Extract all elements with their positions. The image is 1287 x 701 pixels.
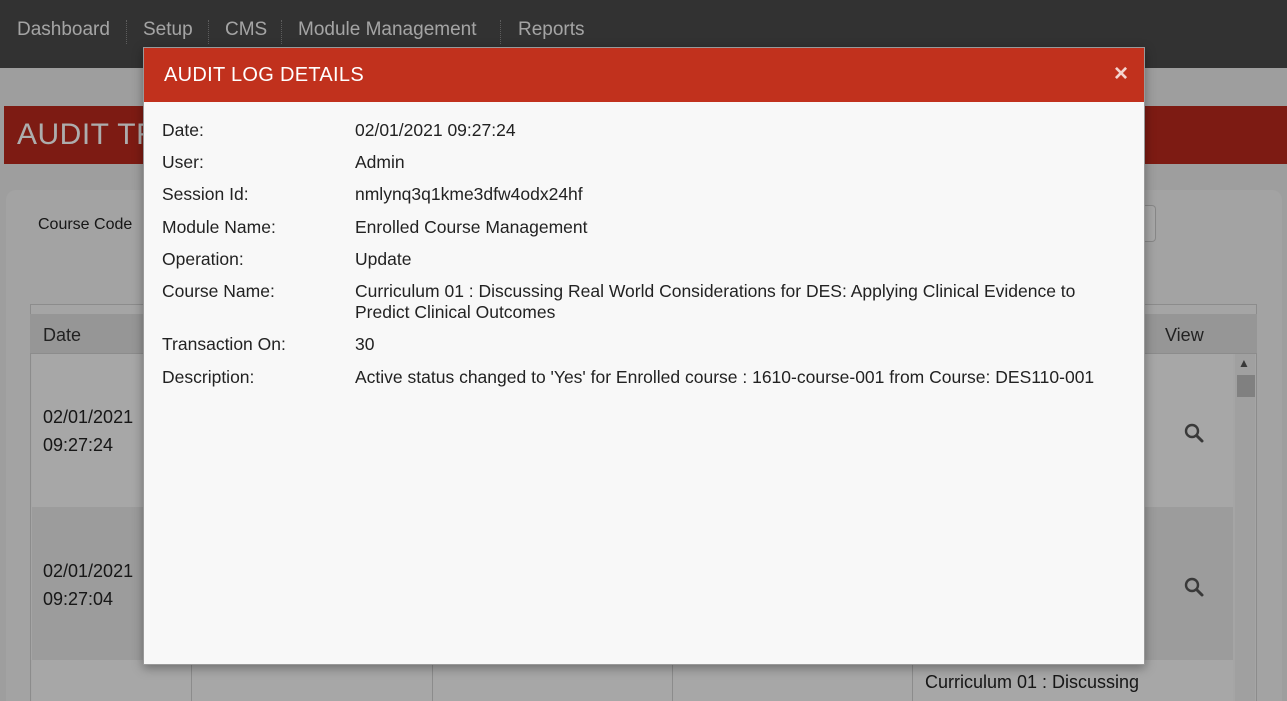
field-value-user: Admin	[355, 152, 405, 172]
field-label-module-name: Module Name:	[162, 217, 276, 237]
field-value-description: Active status changed to 'Yes' for Enrol…	[355, 367, 1095, 387]
field-value-session-id: nmlynq3q1kme3dfw4odx24hf	[355, 184, 583, 204]
field-label-transaction-on: Transaction On:	[162, 334, 286, 354]
modal-header: AUDIT LOG DETAILS ×	[144, 48, 1144, 102]
field-value-course-name: Curriculum 01 : Discussing Real World Co…	[355, 281, 1076, 322]
field-label-operation: Operation:	[162, 249, 244, 269]
close-icon[interactable]: ×	[1110, 62, 1132, 86]
field-label-date: Date:	[162, 120, 204, 140]
field-value-date: 02/01/2021 09:27:24	[355, 120, 516, 140]
field-label-description: Description:	[162, 367, 255, 387]
modal-title: AUDIT LOG DETAILS	[164, 64, 364, 86]
audit-log-details-modal: AUDIT LOG DETAILS × Date: 02/01/2021 09:…	[143, 47, 1145, 665]
field-label-session-id: Session Id:	[162, 184, 249, 204]
field-value-transaction-on: 30	[355, 334, 375, 354]
field-value-operation: Update	[355, 249, 412, 269]
field-label-course-name: Course Name:	[162, 281, 275, 301]
field-value-module-name: Enrolled Course Management	[355, 217, 588, 237]
field-label-user: User:	[162, 152, 204, 172]
